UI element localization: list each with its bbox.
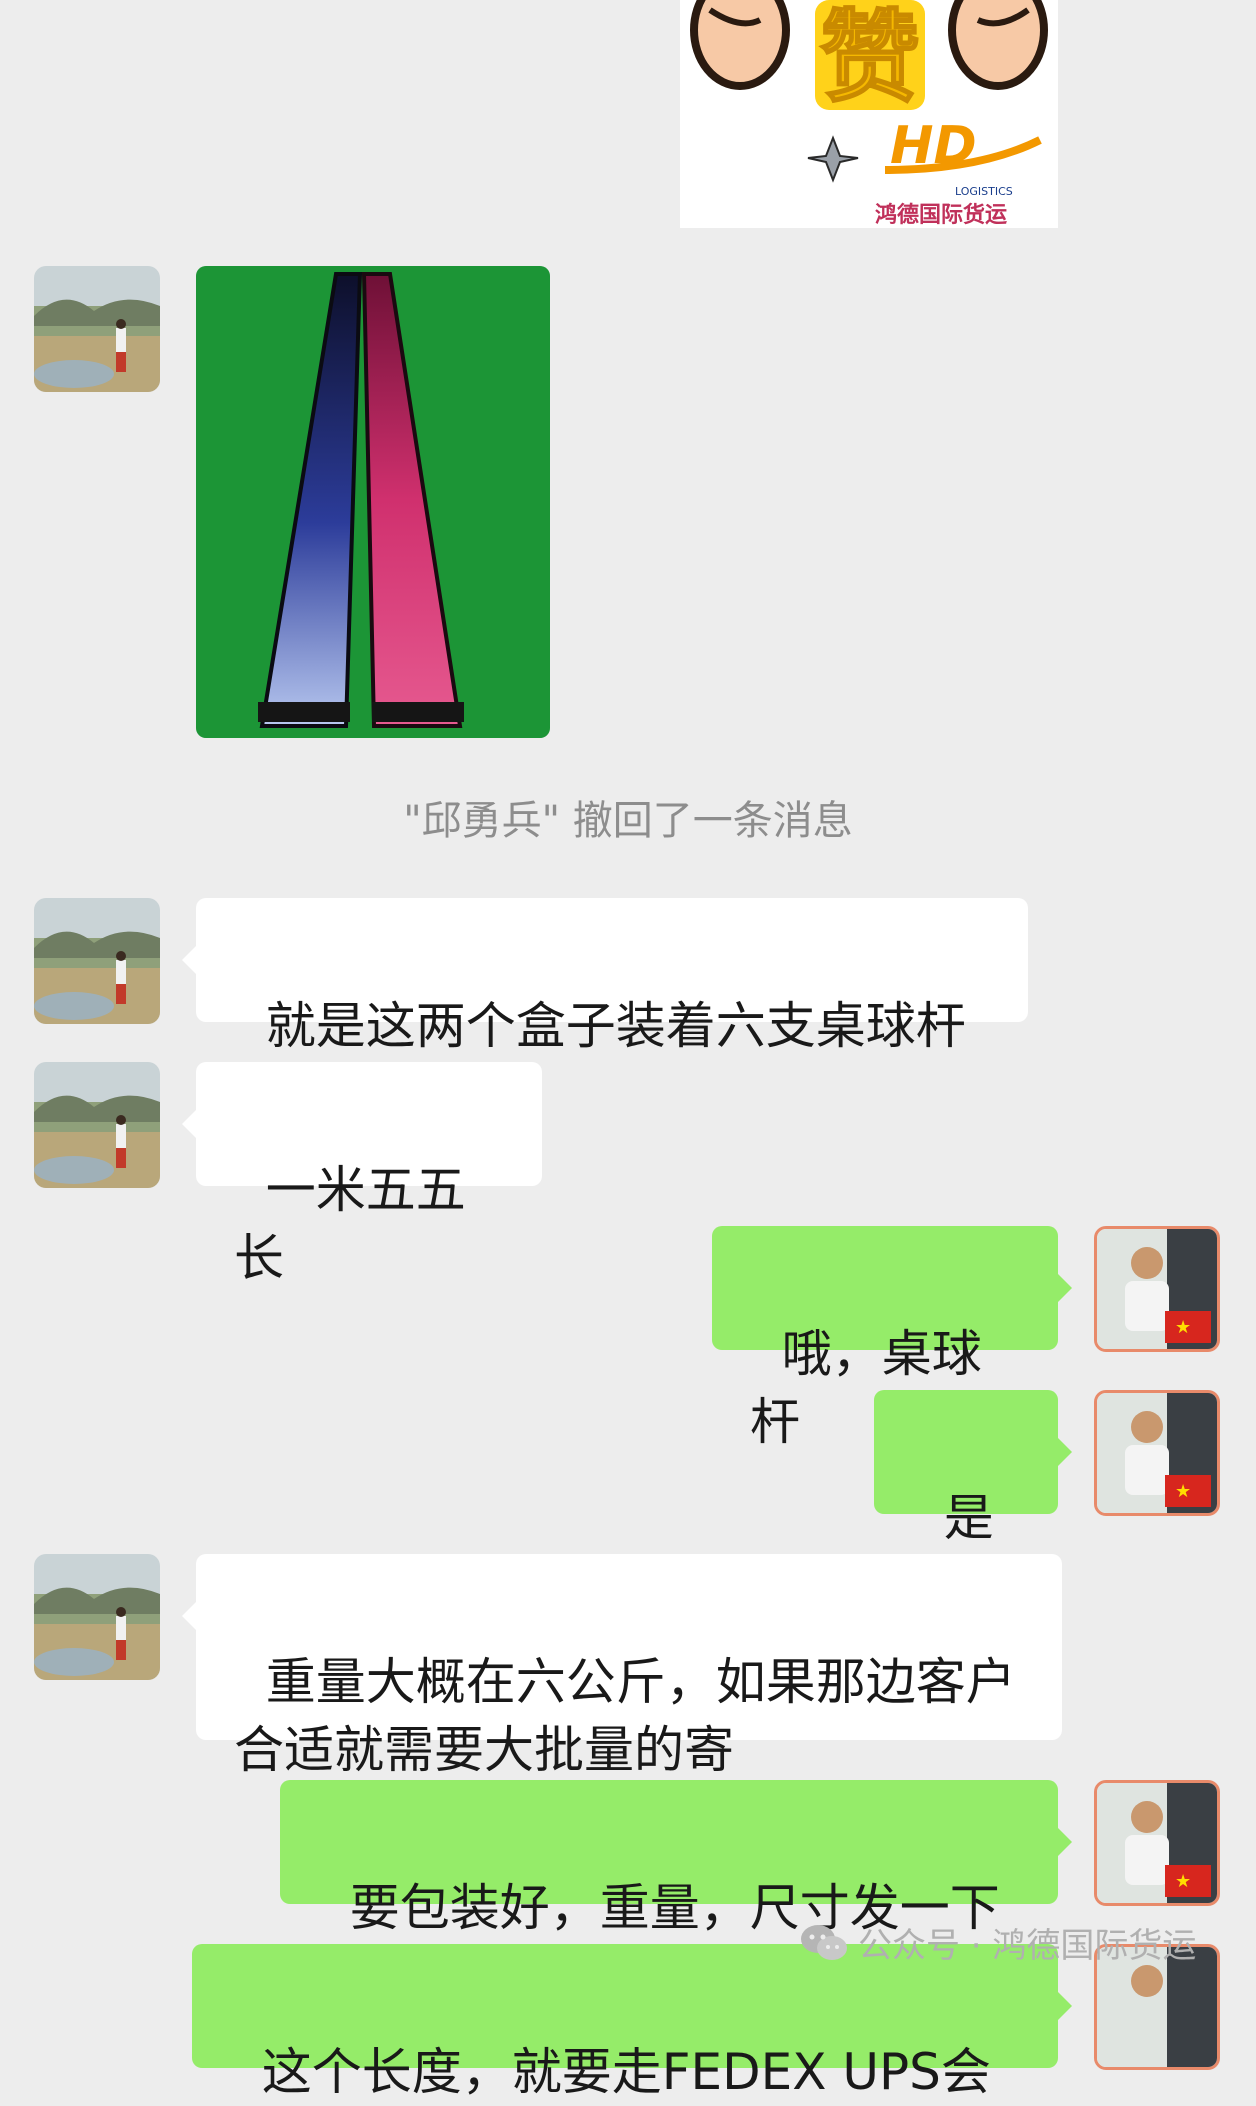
sticker-message[interactable]: 赞 HD LOGISTICS 鸿德国际货运 (680, 0, 1058, 228)
watermark-text: 公众号 · 鸿德国际货运 (858, 1926, 1197, 1966)
landscape-avatar-icon (34, 898, 160, 1024)
message-bubble-outgoing[interactable]: 哦，桌球杆 (712, 1226, 1072, 1451)
svg-text:★: ★ (1175, 1481, 1191, 1502)
message-text: 重量大概在六公斤，如果那边客户 合适就需要大批量的寄 (234, 1653, 1016, 1779)
svg-text:★: ★ (1175, 1317, 1191, 1338)
person-avatar-icon: ★ (1097, 1393, 1217, 1513)
avatar[interactable] (34, 898, 160, 1024)
landscape-avatar-icon (34, 1554, 160, 1680)
message-bubble-outgoing[interactable]: 要包装好，重量，尺寸发一下 (280, 1780, 1072, 1937)
photo-message[interactable] (196, 266, 550, 738)
avatar-self[interactable]: ★ (1094, 1780, 1220, 1906)
message-bubble-incoming[interactable]: 就是这两个盒子装着六支桌球杆 (182, 898, 1028, 1055)
avatar[interactable] (34, 1554, 160, 1680)
message-text: 这个长度，就要走FEDEX UPS会 (261, 2043, 991, 2101)
message-bubble-incoming[interactable]: 重量大概在六公斤，如果那边客户 合适就需要大批量的寄 (182, 1554, 1062, 1779)
recall-notice: "邱勇兵" 撤回了一条消息 (403, 798, 853, 844)
avatar-self[interactable]: ★ (1094, 1226, 1220, 1352)
avatar[interactable] (34, 266, 160, 392)
watermark: 公众号 · 鸿德国际货运 (800, 1918, 1196, 1967)
brand-sub: LOGISTICS (955, 185, 1013, 198)
person-avatar-icon: ★ (1097, 1229, 1217, 1349)
svg-text:★: ★ (1175, 1871, 1191, 1892)
message-text: 就是这两个盒子装着六支桌球杆 (265, 997, 966, 1055)
avatar[interactable] (34, 1062, 160, 1188)
landscape-avatar-icon (34, 266, 160, 392)
message-bubble-outgoing[interactable]: 是吗 (874, 1390, 1072, 1615)
landscape-avatar-icon (34, 1062, 160, 1188)
brand-mark: HD (890, 116, 977, 176)
person-avatar-icon: ★ (1097, 1783, 1217, 1903)
thumbs-up-sticker-icon: 赞 HD LOGISTICS 鸿德国际货运 (690, 0, 1048, 228)
sticker-text: 赞 (820, 0, 920, 116)
brand-cn: 鸿德国际货运 (875, 202, 1007, 228)
avatar-self[interactable]: ★ (1094, 1390, 1220, 1516)
cue-cases-photo (196, 266, 550, 738)
wechat-icon (801, 1924, 847, 1960)
message-text: 一米五五长 (234, 1161, 466, 1287)
message-bubble-incoming[interactable]: 一米五五长 (182, 1062, 542, 1287)
